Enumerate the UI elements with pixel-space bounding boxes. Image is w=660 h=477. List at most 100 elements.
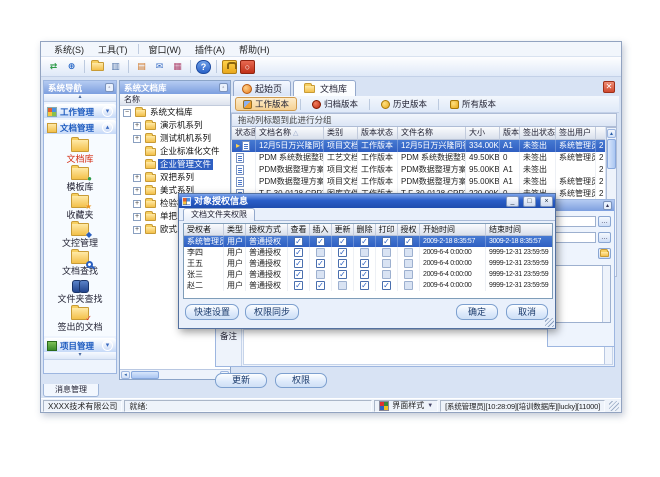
permission-row[interactable]: 王五用户普通授权✓✓✓✓2009-6-4 0:00:009999-12-31 2…: [184, 258, 552, 269]
item-doc-search[interactable]: 文档查找: [44, 249, 116, 277]
close-button[interactable]: ×: [540, 196, 553, 207]
checkbox[interactable]: ✓: [382, 237, 391, 246]
checkbox[interactable]: ✓: [294, 237, 303, 246]
column-header[interactable]: 受权者: [184, 224, 224, 236]
table-row[interactable]: ▸12月5日万兴隆同行..项目文档工作版本12月5日万兴隆同行..334.00K…: [232, 140, 605, 152]
scroll-left-icon[interactable]: ◂: [121, 371, 130, 379]
checkbox[interactable]: ✓: [316, 281, 325, 290]
column-header[interactable]: 版本状态: [358, 127, 398, 140]
column-header[interactable]: 大小: [466, 127, 500, 140]
checkbox[interactable]: ✓: [316, 237, 325, 246]
tree-item[interactable]: 企业管理文件: [120, 158, 230, 171]
column-header[interactable]: 打印: [376, 224, 398, 236]
menu-tools[interactable]: 工具(T): [91, 42, 135, 57]
group-doc-manage[interactable]: 文档管理▴: [44, 120, 116, 134]
cancel-button[interactable]: 取消: [506, 304, 548, 320]
table-row[interactable]: PDM 系统数据整理检..工艺文档工作版本PDM 系统数据整理..49.50KB…: [232, 152, 605, 164]
tree-toggle-icon[interactable]: +: [133, 226, 141, 234]
checkbox[interactable]: [404, 248, 413, 257]
tab-history-versions[interactable]: 历史版本: [373, 97, 435, 111]
scrollbar[interactable]: [602, 266, 610, 322]
tree-toggle-icon[interactable]: +: [133, 187, 141, 195]
property-field[interactable]: [551, 232, 596, 243]
dialog-titlebar[interactable]: 对象授权信息 _□×: [179, 194, 555, 208]
tree-item[interactable]: 企业标准化文件: [120, 145, 230, 158]
column-header[interactable]: [596, 127, 605, 140]
tab-all-versions[interactable]: 所有版本: [442, 97, 504, 111]
chevron-down-icon[interactable]: ▾: [102, 340, 113, 351]
checkbox[interactable]: [382, 259, 391, 268]
tab-message-manager[interactable]: 消息管理: [43, 384, 99, 397]
checkbox[interactable]: ✓: [360, 270, 369, 279]
column-header[interactable]: 授权: [398, 224, 420, 236]
checkbox[interactable]: ✓: [316, 259, 325, 268]
menu-system[interactable]: 系统(S): [47, 42, 91, 57]
checkbox[interactable]: [338, 281, 347, 290]
checkbox[interactable]: ✓: [382, 281, 391, 290]
checkbox[interactable]: ✓: [294, 281, 303, 290]
checkbox[interactable]: [382, 270, 391, 279]
column-header[interactable]: 文件名称: [398, 127, 466, 140]
checkbox[interactable]: ✓: [404, 237, 413, 246]
group-work-manage[interactable]: 工作管理▾: [44, 104, 116, 118]
column-header[interactable]: 授权方式: [246, 224, 288, 236]
column-header[interactable]: 删除: [354, 224, 376, 236]
exit-icon[interactable]: ○: [240, 60, 255, 74]
item-favorites[interactable]: ★收藏夹: [44, 193, 116, 221]
table-row[interactable]: PDM数据整理方案.doc项目文档工作版本PDM数据整理方案.doc95.00K…: [232, 164, 605, 176]
tree-hscrollbar[interactable]: ◂ ▸: [120, 369, 230, 379]
tree-toggle-icon[interactable]: +: [133, 200, 141, 208]
tree-item[interactable]: +演示机系列: [120, 119, 230, 132]
notes-area[interactable]: [551, 265, 611, 323]
nav-scroll-up[interactable]: ▴: [44, 94, 116, 102]
permission-row[interactable]: 李四用户普通授权✓✓2009-6-4 0:00:009999-12-31 23:…: [184, 247, 552, 258]
menu-plugins[interactable]: 插件(A): [188, 42, 232, 57]
item-folder-search[interactable]: 文件夹查找: [44, 277, 116, 305]
column-header[interactable]: 签出状态: [520, 127, 556, 140]
tab-working-versions[interactable]: 工作版本: [235, 97, 297, 111]
column-header[interactable]: 更新: [332, 224, 354, 236]
browse-icon[interactable]: ▥: [108, 60, 123, 74]
mail-icon[interactable]: ✉: [152, 60, 167, 74]
report-icon[interactable]: ▤: [134, 60, 149, 74]
resize-grip[interactable]: [609, 401, 619, 411]
item-document-library[interactable]: 文档库: [44, 137, 116, 165]
nav-scroll-down[interactable]: ▾: [44, 352, 116, 360]
tree-toggle-icon[interactable]: +: [133, 122, 141, 130]
column-header[interactable]: 状态图: [232, 127, 256, 140]
checkbox[interactable]: [316, 270, 325, 279]
checkbox[interactable]: ✓: [294, 270, 303, 279]
tree-item[interactable]: +测试机机系列: [120, 132, 230, 145]
pin-icon[interactable]: ◦: [105, 83, 114, 92]
checkbox[interactable]: ✓: [338, 248, 347, 257]
permission-sync-button[interactable]: 权限同步: [245, 304, 299, 320]
ellipsis-button[interactable]: …: [598, 216, 611, 227]
checkbox[interactable]: [404, 259, 413, 268]
tree-column-header[interactable]: 名称: [120, 94, 230, 106]
tree-toggle-icon[interactable]: −: [123, 109, 131, 117]
tab-document-library[interactable]: 文档库: [293, 80, 356, 96]
item-checked-out-docs[interactable]: ✓签出的文档: [44, 305, 116, 333]
checkbox[interactable]: [382, 248, 391, 257]
tab-archived-versions[interactable]: 归档版本: [304, 97, 366, 111]
permission-row[interactable]: 系统管理员用户普通授权✓✓✓✓✓✓2009-2-18 8:35:573009-2…: [184, 236, 552, 247]
folder-button[interactable]: [598, 248, 611, 259]
group-project-manage[interactable]: 项目管理▾: [44, 338, 116, 352]
column-header[interactable]: 插入: [310, 224, 332, 236]
checkbox[interactable]: ✓: [338, 270, 347, 279]
lock-icon[interactable]: [222, 60, 237, 74]
chevron-down-icon[interactable]: ▾: [102, 106, 113, 117]
permission-row[interactable]: 赵二用户普通授权✓✓✓✓2009-6-4 0:00:009999-12-31 2…: [184, 280, 552, 291]
checkbox[interactable]: [360, 248, 369, 257]
column-header[interactable]: 签出用户: [556, 127, 596, 140]
column-header[interactable]: 开始时间: [420, 224, 486, 236]
ellipsis-button[interactable]: …: [598, 232, 611, 243]
checkbox[interactable]: [316, 248, 325, 257]
panel-options-icon[interactable]: ◦: [219, 83, 228, 92]
tree-toggle-icon[interactable]: +: [133, 213, 141, 221]
ui-style-selector[interactable]: 界面样式 ▼: [374, 400, 438, 412]
scroll-thumb[interactable]: [131, 371, 159, 379]
ok-button[interactable]: 确定: [456, 304, 498, 320]
scroll-thumb[interactable]: [607, 139, 616, 169]
checkbox[interactable]: ✓: [338, 259, 347, 268]
